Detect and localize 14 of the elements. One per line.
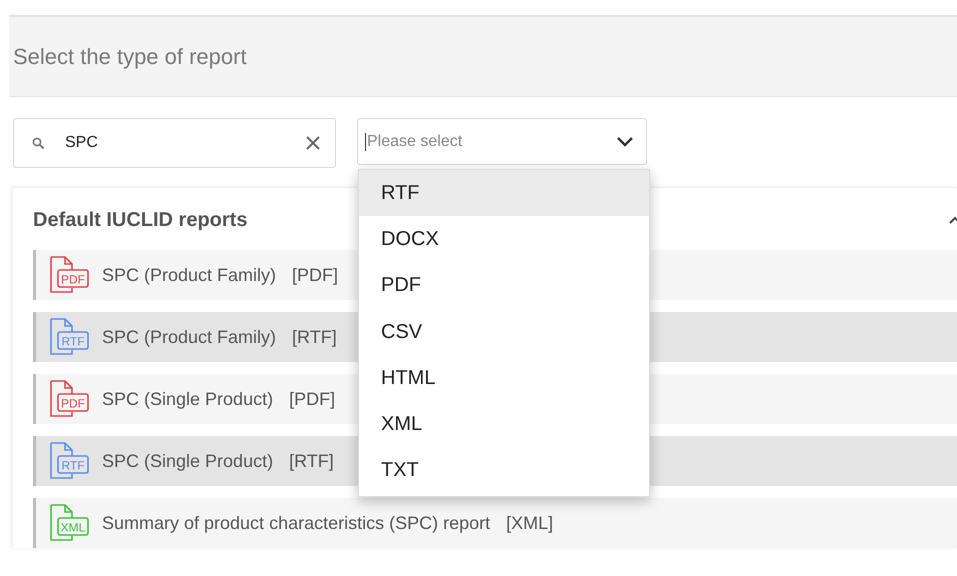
report-name: SPC (Product Family) [102,326,276,348]
report-format: [RTF] [292,326,337,348]
report-format: [XML] [506,512,554,534]
report-name: SPC (Single Product) [102,450,274,472]
section-title: Default IUCLID reports [33,208,248,232]
select-placeholder: Please select [365,132,616,150]
report-format: [RTF] [289,450,334,472]
report-name: SPC (Single Product) [102,388,274,410]
report-name: Summary of product characteristics (SPC) report [102,512,490,534]
page-title: Select the type of report [13,44,247,70]
report-format: [PDF] [289,388,336,410]
search-value: SPC [65,134,99,152]
report-name: SPC (Product Family) [102,264,276,286]
report-format: [PDF] [292,264,338,286]
